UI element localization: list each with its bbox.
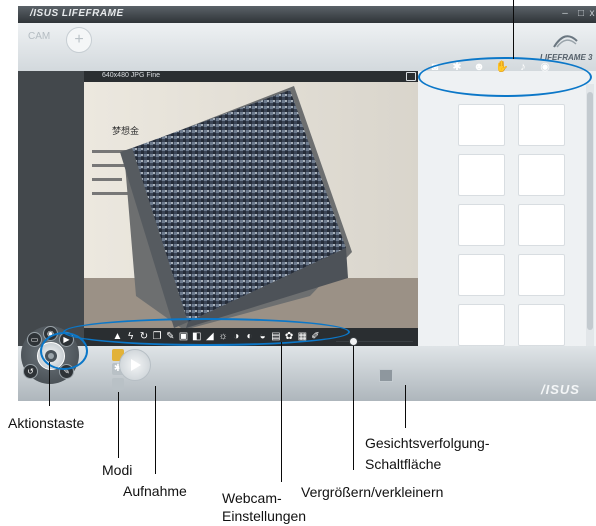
zoom-label: Vergrößern/verkleinern bbox=[301, 484, 444, 500]
add-icon[interactable]: + bbox=[66, 27, 92, 53]
viewer-header: 640x480 JPG Fine bbox=[84, 71, 418, 82]
thumbnail-slot[interactable] bbox=[518, 204, 565, 246]
modes-callout-line bbox=[118, 392, 119, 458]
dial-folder-icon[interactable]: ▭ bbox=[27, 332, 42, 347]
thumbnail-slot[interactable] bbox=[458, 104, 505, 146]
face-tracking-label-2: Schaltfläche bbox=[365, 456, 442, 472]
left-panel bbox=[18, 71, 84, 346]
close-button[interactable]: x bbox=[585, 8, 596, 20]
action-button-label: Aktionstaste bbox=[8, 415, 85, 431]
bottom-bar: /ISUS bbox=[18, 346, 596, 401]
scrollbar-thumb[interactable] bbox=[587, 92, 593, 330]
settings-callout-line bbox=[281, 342, 282, 482]
face-tracking-button[interactable] bbox=[379, 369, 393, 382]
title-bar: /ISUS LIFEFRAME – □ x bbox=[18, 6, 596, 23]
gallery-panel bbox=[418, 71, 596, 346]
mode-label: CAM bbox=[28, 31, 51, 42]
webcam-preview-image: 梦想金 bbox=[84, 82, 418, 328]
thumbnail-slot[interactable] bbox=[458, 154, 505, 196]
asus-logo: /ISUS bbox=[541, 382, 580, 397]
play-icon bbox=[131, 359, 141, 371]
modes-label: Modi bbox=[102, 462, 133, 478]
gallery-scrollbar[interactable] bbox=[586, 84, 594, 346]
top-toolbar-callout-line bbox=[513, 0, 514, 59]
top-toolbar-callout bbox=[418, 57, 592, 97]
thumbnail-slot[interactable] bbox=[458, 254, 505, 296]
zoom-slider-handle[interactable] bbox=[349, 337, 358, 346]
face-mode-icon[interactable] bbox=[112, 378, 124, 390]
zoom-slider-track[interactable] bbox=[336, 341, 413, 342]
app-brand: /ISUS LIFEFRAME bbox=[30, 8, 124, 19]
face-callout-line bbox=[405, 385, 406, 428]
record-label: Aufnahme bbox=[123, 483, 187, 499]
action-callout-line bbox=[49, 362, 50, 406]
minimize-button[interactable]: – bbox=[558, 8, 572, 20]
thumbnail-slot[interactable] bbox=[458, 304, 505, 346]
record-callout-line bbox=[155, 386, 156, 474]
face-tracking-label-1: Gesichtsverfolgung- bbox=[365, 435, 490, 451]
dial-undo-icon[interactable]: ↺ bbox=[23, 364, 38, 379]
webcam-settings-label-2: Einstellungen bbox=[222, 508, 307, 524]
dial-callout bbox=[40, 332, 88, 370]
resolution-label: 640x480 JPG Fine bbox=[102, 72, 160, 79]
thumbnail-slot[interactable] bbox=[518, 254, 565, 296]
webcam-preview: 梦想金 bbox=[84, 82, 418, 328]
thumbnail-slot[interactable] bbox=[518, 104, 565, 146]
webcam-toolbar-callout bbox=[63, 318, 350, 346]
thumbnail-slot[interactable] bbox=[518, 304, 565, 346]
thumbnail-slot[interactable] bbox=[458, 204, 505, 246]
webcam-settings-label-1: Webcam- bbox=[222, 490, 282, 506]
zoom-callout-line bbox=[353, 346, 354, 470]
wall-sign: 梦想金 bbox=[112, 125, 139, 137]
thumbnail-slot[interactable] bbox=[518, 154, 565, 196]
record-button[interactable] bbox=[119, 349, 151, 381]
lifeframe-logo-icon bbox=[553, 35, 578, 48]
